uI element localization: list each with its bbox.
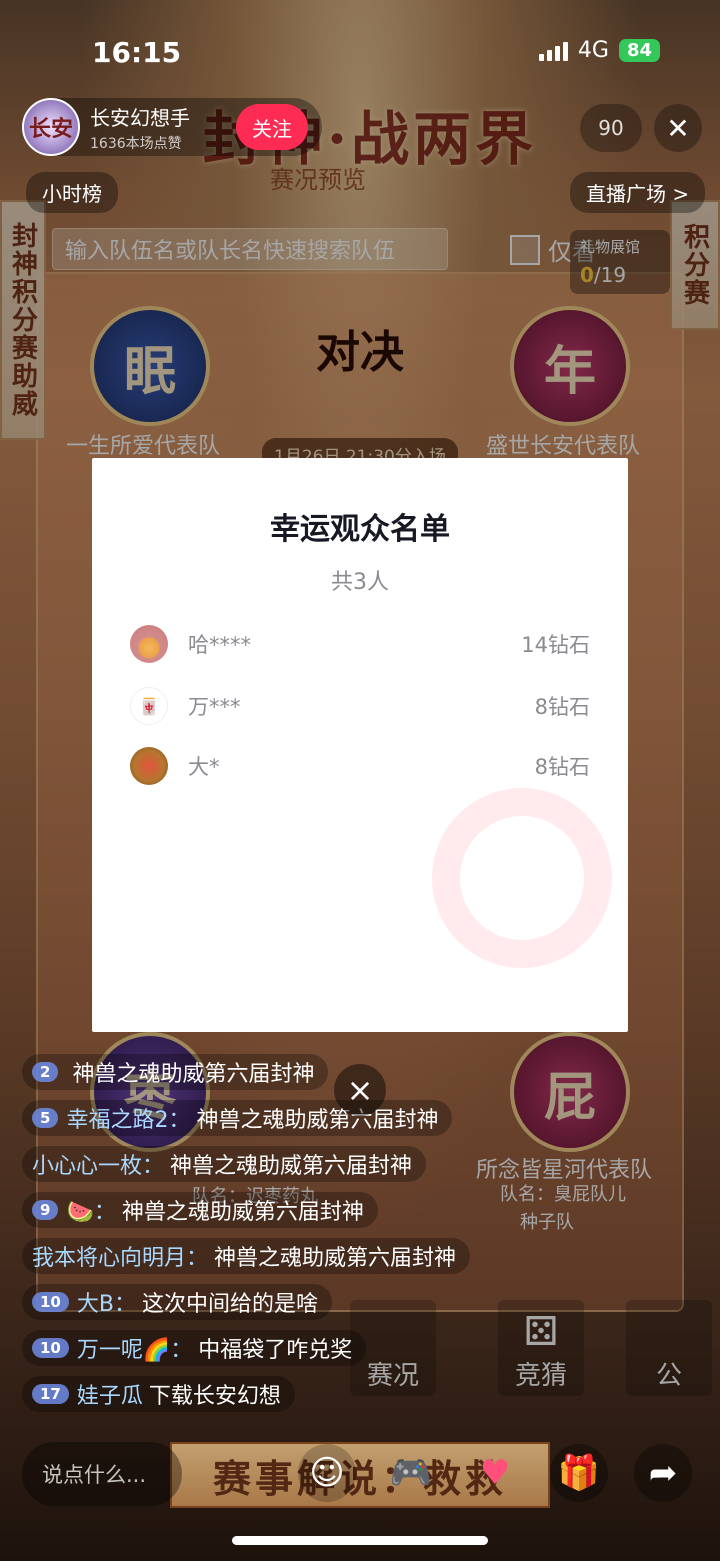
comment-input[interactable]: 说点什么... — [22, 1442, 182, 1506]
audience-reward: 8钻石 — [534, 695, 590, 719]
list-item[interactable]: 哈**** 14钻石 — [130, 624, 590, 664]
close-icon[interactable]: ✕ — [654, 104, 702, 152]
chat-message[interactable]: 小心心一枚： 神兽之魂助威第六届封神 — [22, 1146, 427, 1182]
emoji-icon[interactable]: ☺ — [298, 1444, 356, 1502]
chat-text: 神兽之魂助威第六届封神 — [170, 1154, 413, 1179]
avatar — [130, 625, 168, 663]
viewer-count[interactable]: 90 — [580, 104, 642, 152]
chat-user: 娃子瓜 — [76, 1384, 143, 1409]
battery-icon: 84 — [618, 39, 660, 62]
chat-list: 2 神兽之魂助威第六届封神 5 幸福之路2： 神兽之魂助威第六届封神 小心心一枚： 神兽… — [22, 1054, 582, 1422]
level-badge: 5 — [32, 1108, 59, 1128]
gamepad-icon[interactable]: 🎮 — [382, 1444, 440, 1502]
chat-user: 万一呢🌈： — [76, 1338, 193, 1363]
audience-name: 万*** — [188, 695, 241, 719]
chat-user: 🍉： — [66, 1200, 116, 1225]
chat-text: 中福袋了咋兑奖 — [198, 1338, 353, 1363]
chat-message[interactable]: 9 🍉： 神兽之魂助威第六届封神 — [22, 1192, 378, 1228]
modal-close-button[interactable]: × — [334, 1064, 386, 1116]
chat-user: 幸福之路2： — [66, 1108, 191, 1133]
host-info: 长安幻想手 1636本场点赞 — [90, 102, 190, 153]
chat-message[interactable]: 2 神兽之魂助威第六届封神 — [22, 1054, 329, 1090]
level-badge: 2 — [32, 1062, 59, 1082]
chat-message[interactable]: 17 娃子瓜 下载长安幻想 — [22, 1376, 295, 1412]
chat-user: 小心心一枚： — [32, 1154, 165, 1179]
bottom-bar: 赛事解说：救救 说点什么... ☺ 🎮 ♥ 🎁 ➦ — [0, 1430, 720, 1520]
chat-text: 神兽之魂助威第六届封神 — [196, 1108, 439, 1133]
share-icon[interactable]: ➦ — [634, 1444, 692, 1502]
status-time: 16:15 — [92, 36, 182, 69]
follow-button[interactable]: 关注 — [236, 104, 308, 150]
avatar — [130, 747, 168, 785]
modal-title: 幸运观众名单 — [270, 512, 450, 547]
audience-reward: 14钻石 — [521, 633, 590, 657]
chat-text: 这次中间给的是啥 — [141, 1292, 318, 1317]
avatar[interactable]: 长安 — [22, 98, 80, 156]
status-indicators: 4G 84 — [538, 38, 660, 63]
modal-count: 共3人 — [331, 570, 389, 595]
chat-message[interactable]: 10 大B： 这次中间给的是啥 — [22, 1284, 332, 1320]
audience-name: 哈**** — [188, 633, 251, 657]
avatar: 🀄 — [130, 687, 168, 725]
audience-name: 大* — [188, 755, 220, 779]
chat-text: 下载长安幻想 — [148, 1384, 281, 1409]
audience-reward: 8钻石 — [534, 755, 590, 779]
chat-text: 神兽之魂助威第六届封神 — [121, 1200, 364, 1225]
home-indicator[interactable] — [232, 1536, 488, 1545]
hourly-rank-tag[interactable]: 小时榜 — [26, 172, 118, 213]
lucky-audience-modal: 幸运观众名单 共3人 哈**** 14钻石 🀄 万*** 8钻石 大* 8钻石 — [92, 458, 628, 1032]
host-name: 长安幻想手 — [90, 105, 190, 130]
level-badge: 17 — [32, 1384, 69, 1404]
host-likes: 1636本场点赞 — [90, 135, 182, 152]
chat-text: 神兽之魂助威第六届封神 — [214, 1246, 457, 1271]
level-badge: 9 — [32, 1200, 59, 1220]
chat-user: 大B： — [76, 1292, 136, 1317]
gift-icon[interactable]: 🎁 — [550, 1444, 608, 1502]
watermark-logo — [432, 788, 612, 968]
heart-icon[interactable]: ♥ — [466, 1444, 524, 1502]
level-badge: 10 — [32, 1338, 69, 1358]
chat-message[interactable]: 5 幸福之路2： 神兽之魂助威第六届封神 — [22, 1100, 453, 1136]
list-item[interactable]: 🀄 万*** 8钻石 — [130, 686, 590, 726]
signal-icon — [538, 41, 568, 61]
level-badge: 10 — [32, 1292, 69, 1312]
chat-text: 神兽之魂助威第六届封神 — [72, 1062, 315, 1087]
list-item[interactable]: 大* 8钻石 — [130, 746, 590, 786]
chat-message[interactable]: 我本将心向明月： 神兽之魂助威第六届封神 — [22, 1238, 471, 1274]
network-label: 4G — [577, 38, 609, 63]
chat-user: 我本将心向明月： — [32, 1246, 209, 1271]
chat-message[interactable]: 10 万一呢🌈： 中福袋了咋兑奖 — [22, 1330, 367, 1366]
live-square-tag[interactable]: 直播广场 > — [570, 172, 706, 213]
